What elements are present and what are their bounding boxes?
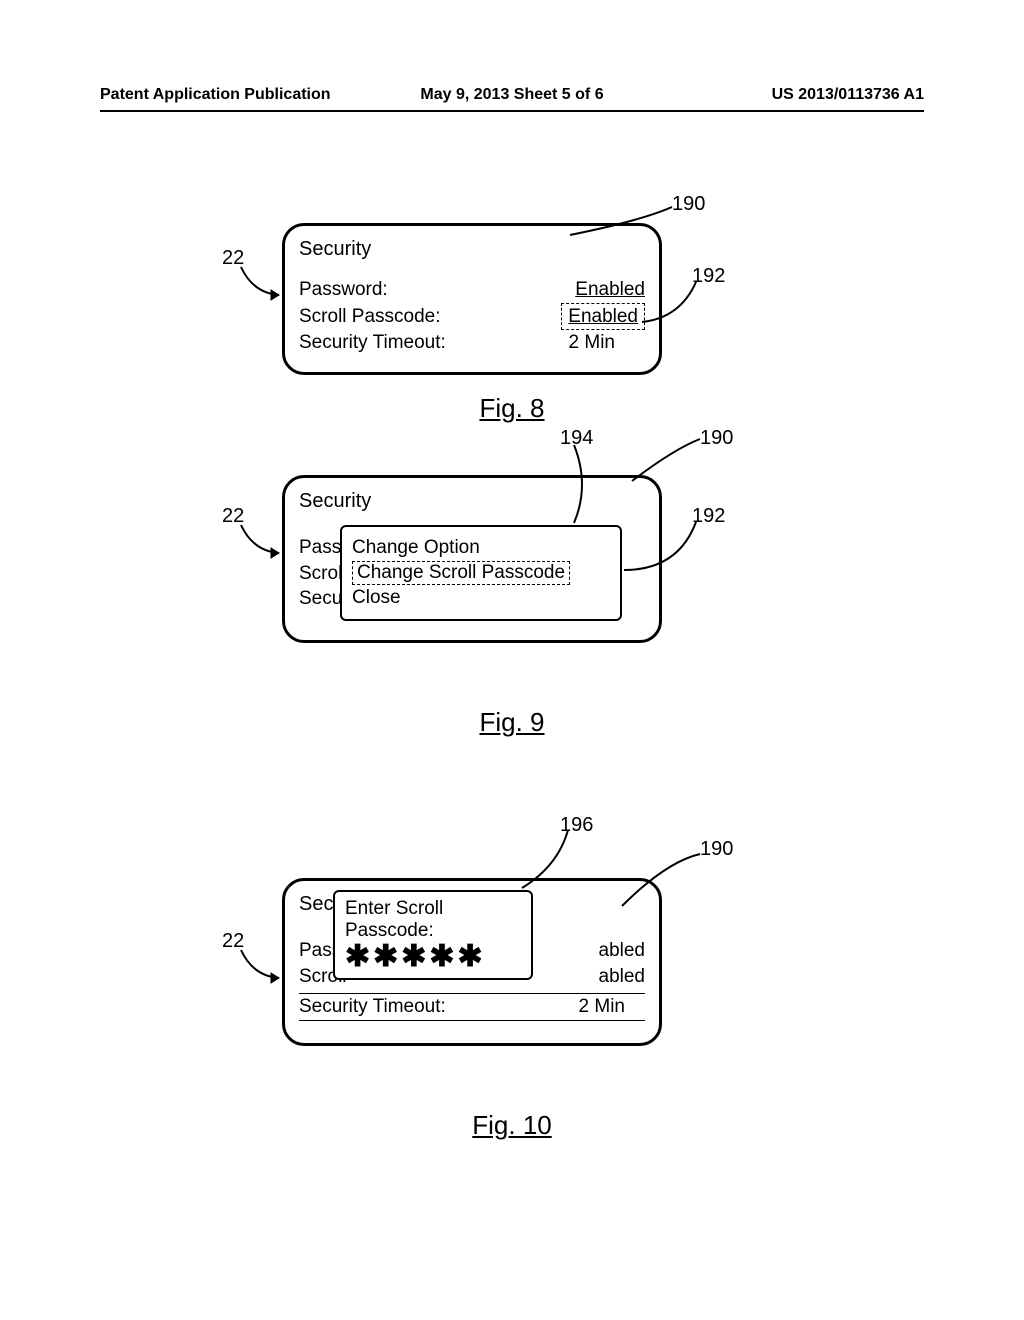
figure-caption: Fig. 10 [0, 1110, 1024, 1141]
device-screen: Security Password: Enabled Scroll Passco… [282, 223, 662, 375]
figure-10: Secur Passw abled Scroll abled Security … [0, 830, 1024, 1160]
figure-9: Security Passw Scroll Securi Change Opti… [0, 445, 1024, 755]
popup-line2: Passcode: [345, 920, 521, 942]
row-value[interactable]: 2 Min [569, 330, 645, 356]
setting-row-scroll-passcode: Scroll Passcode: Enabled [299, 303, 645, 331]
lead-194 [560, 445, 600, 530]
row-value[interactable]: Enabled [575, 277, 645, 303]
lead-192 [622, 520, 702, 580]
figure-caption: Fig. 9 [0, 707, 1024, 738]
lead-22-arrow [235, 948, 295, 988]
passcode-mask[interactable]: ✱✱✱✱✱ [345, 942, 521, 972]
setting-row-timeout: Security Timeout: 2 Min [299, 993, 645, 1021]
row-value: abled [599, 964, 646, 990]
setting-row-password: Password: Enabled [299, 277, 645, 303]
header-rule [100, 110, 924, 112]
setting-row-timeout: Security Timeout: 2 Min [299, 330, 645, 356]
lead-22-arrow [235, 523, 295, 563]
context-menu-popup: Change Option Change Scroll Passcode Clo… [340, 525, 622, 621]
menu-item-change-option[interactable]: Change Option [352, 537, 610, 559]
menu-item-change-scroll-passcode[interactable]: Change Scroll Passcode [352, 561, 610, 585]
enter-passcode-popup: Enter Scroll Passcode: ✱✱✱✱✱ [333, 890, 533, 980]
lead-196 [518, 830, 578, 892]
row-value[interactable]: 2 Min [579, 994, 645, 1020]
lead-190 [618, 852, 708, 912]
page-header: Patent Application Publication May 9, 20… [0, 86, 1024, 104]
menu-item-close[interactable]: Close [352, 587, 610, 609]
row-value: abled [599, 938, 646, 964]
lead-192 [640, 280, 710, 330]
row-label: Security Timeout: [299, 994, 446, 1020]
header-center: May 9, 2013 Sheet 5 of 6 [0, 86, 1024, 104]
lead-22-arrow [235, 265, 295, 305]
lead-190 [628, 437, 708, 487]
figure-caption: Fig. 8 [0, 393, 1024, 424]
figure-8: Security Password: Enabled Scroll Passco… [0, 205, 1024, 425]
row-label: Scroll Passcode: [299, 304, 441, 330]
lead-190 [560, 205, 680, 245]
popup-line1: Enter Scroll [345, 898, 521, 920]
row-label: Security Timeout: [299, 330, 446, 356]
row-value-selected[interactable]: Enabled [561, 303, 645, 331]
row-label: Password: [299, 277, 388, 303]
